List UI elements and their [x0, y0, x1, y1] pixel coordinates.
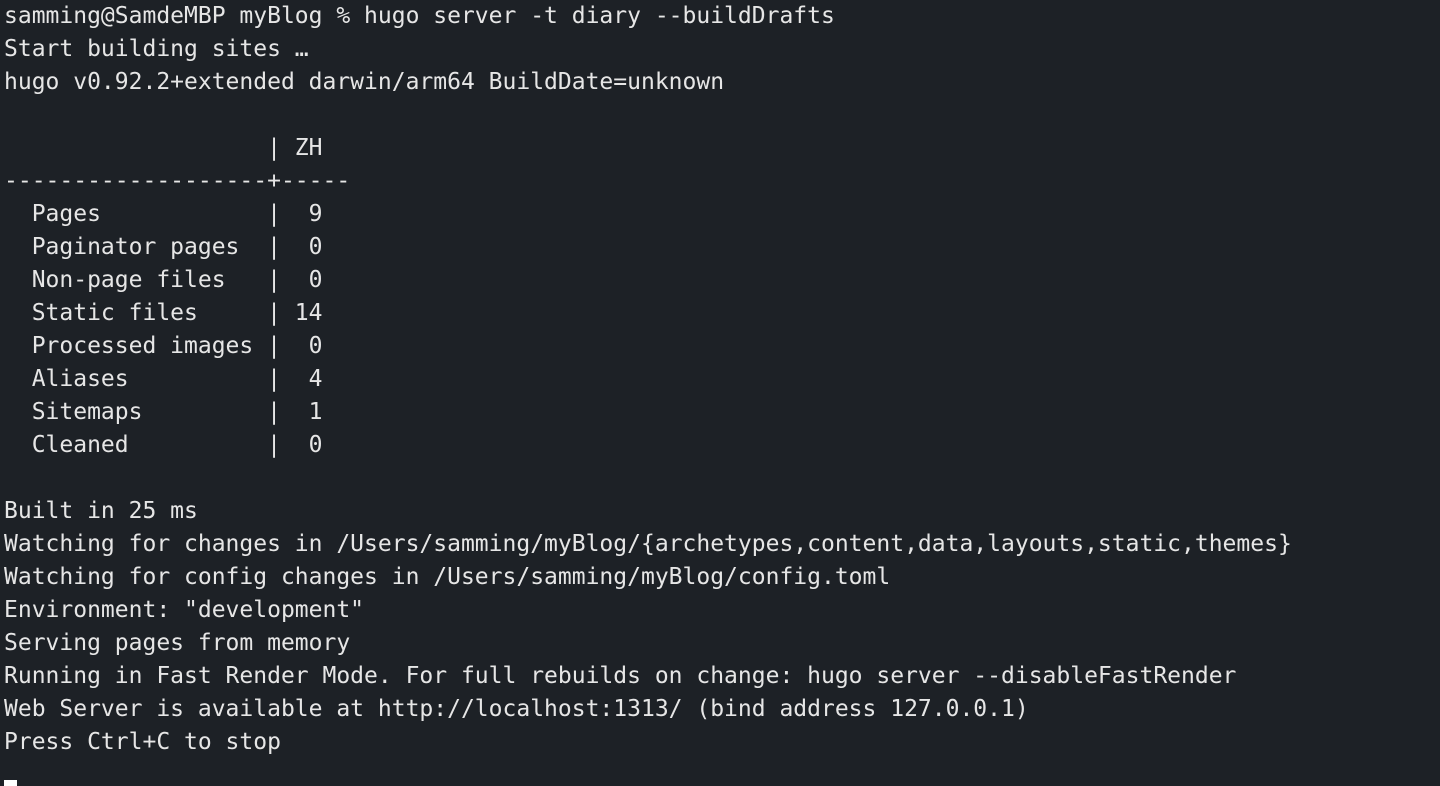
terminal-line: Serving pages from memory: [4, 630, 351, 656]
stats-table-row: Cleaned | 0: [4, 432, 323, 458]
terminal-line-command: samming@SamdeMBP myBlog % hugo server -t…: [4, 3, 835, 29]
terminal-line: Environment: "development": [4, 597, 365, 623]
stats-table-row: Paginator pages | 0: [4, 234, 323, 260]
terminal-line: Watching for config changes in /Users/sa…: [4, 564, 891, 590]
stats-table-row: Sitemaps | 1: [4, 399, 323, 425]
terminal-line: Running in Fast Render Mode. For full re…: [4, 663, 1237, 689]
stats-table-row: Non-page files | 0: [4, 267, 323, 293]
stats-table-divider: -------------------+-----: [4, 168, 351, 194]
terminal-line: Press Ctrl+C to stop: [4, 729, 281, 755]
terminal-line-server-url: Web Server is available at http://localh…: [4, 696, 1029, 722]
stats-table-row: Static files | 14: [4, 300, 323, 326]
stats-table-row: Aliases | 4: [4, 366, 323, 392]
terminal-line: Start building sites …: [4, 36, 309, 62]
terminal-window[interactable]: samming@SamdeMBP myBlog % hugo server -t…: [0, 0, 1440, 786]
terminal-line: Built in 25 ms: [4, 498, 198, 524]
terminal-cursor: [4, 780, 17, 786]
terminal-line: Watching for changes in /Users/samming/m…: [4, 531, 1292, 557]
stats-table-header: | ZH: [4, 135, 323, 161]
stats-table-row: Processed images | 0: [4, 333, 323, 359]
terminal-line: hugo v0.92.2+extended darwin/arm64 Build…: [4, 69, 725, 95]
stats-table-row: Pages | 9: [4, 201, 323, 227]
